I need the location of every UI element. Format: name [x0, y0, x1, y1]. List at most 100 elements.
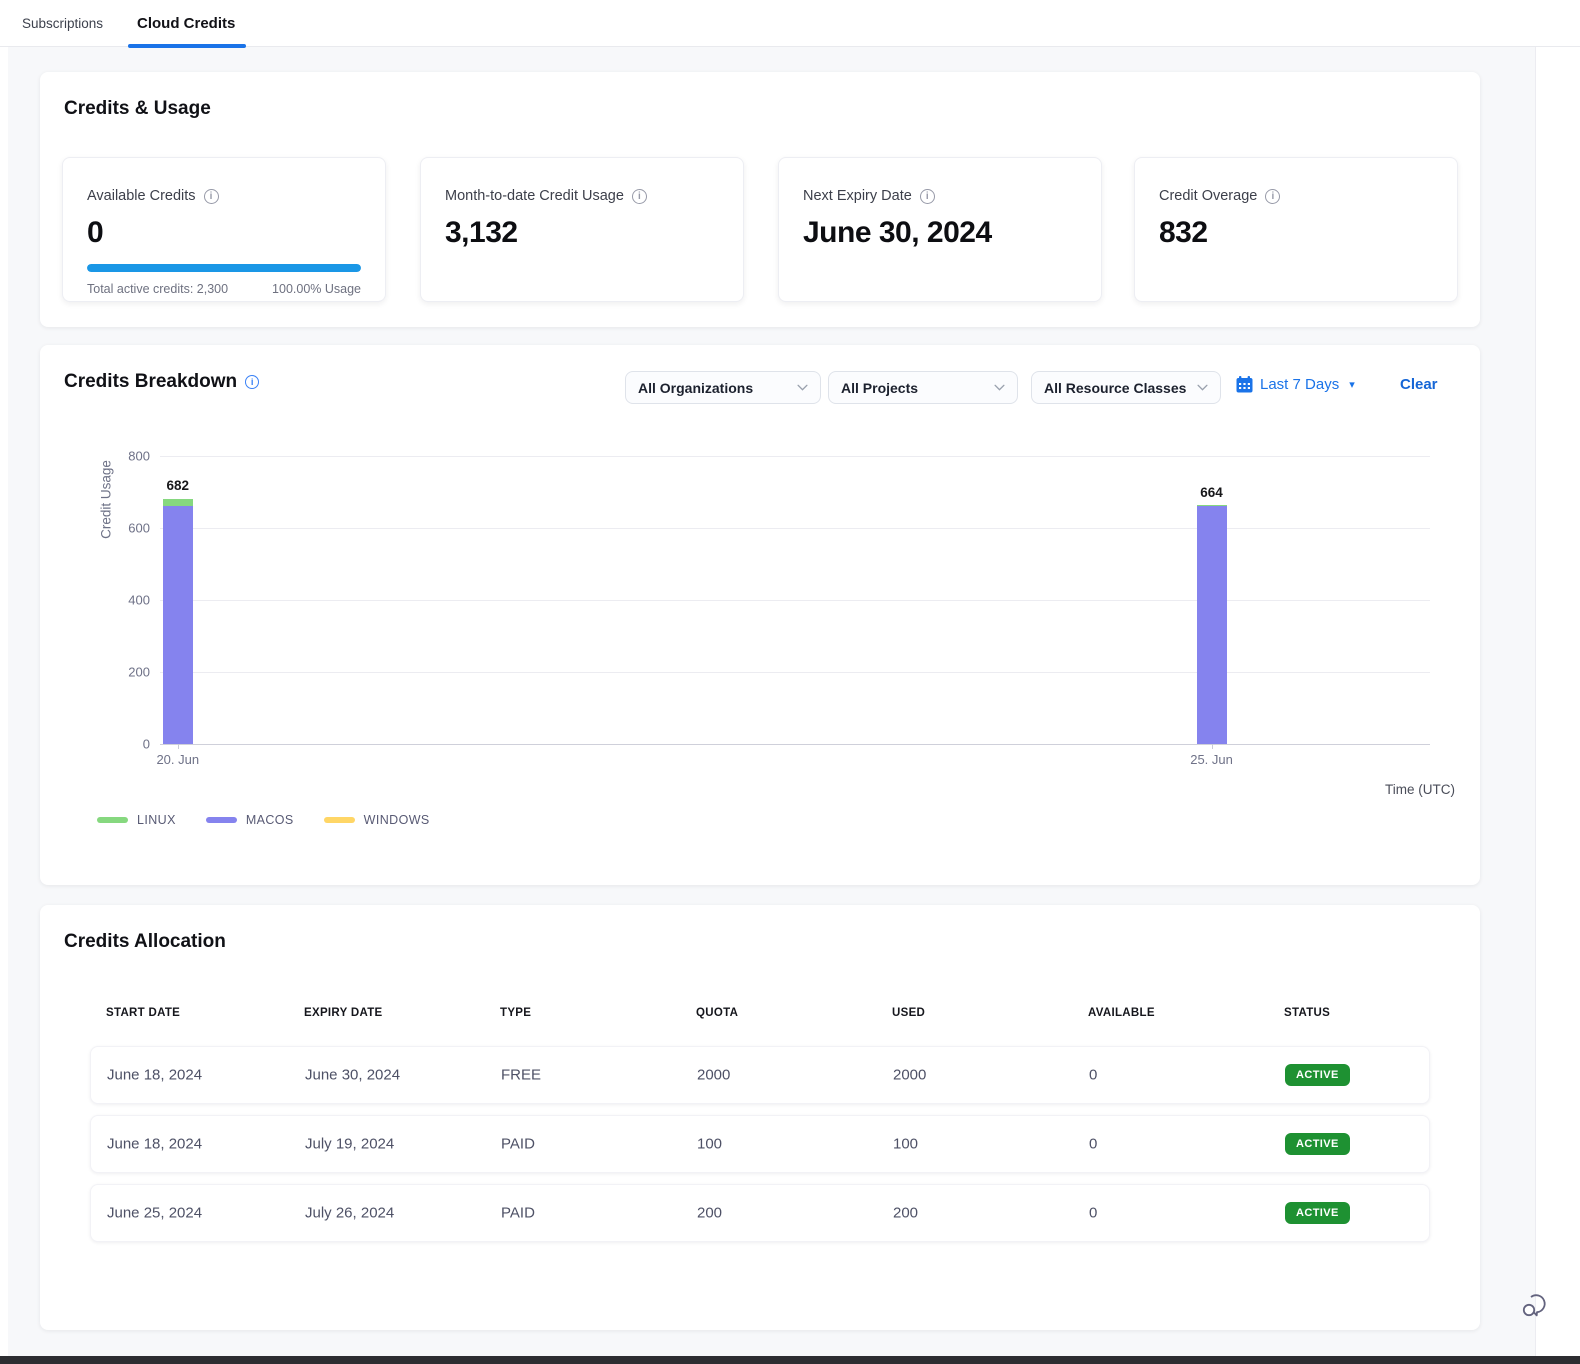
- status-badge: ACTIVE: [1285, 1064, 1350, 1086]
- projects-filter-dropdown[interactable]: All Projects: [828, 371, 1018, 404]
- legend-item-windows[interactable]: WINDOWS: [324, 813, 430, 827]
- projects-filter-value: All Projects: [841, 380, 918, 396]
- available-credits-label: Available Credits: [87, 188, 196, 204]
- credits-breakdown-title: Credits Breakdown i: [64, 371, 259, 393]
- legend-label: WINDOWS: [364, 813, 430, 827]
- column-header: USED: [892, 1007, 925, 1019]
- chart-y-axis-title: Credit Usage: [99, 440, 114, 560]
- cell-type: FREE: [501, 1067, 541, 1084]
- credit-overage-label: Credit Overage: [1159, 188, 1257, 204]
- chart-y-tick-label: 400: [128, 593, 150, 608]
- cell-type: PAID: [501, 1136, 535, 1153]
- calendar-icon: [1236, 376, 1253, 393]
- support-chat-icon[interactable]: [1518, 1288, 1552, 1322]
- chart-y-tick-label: 800: [128, 449, 150, 464]
- info-icon[interactable]: i: [632, 189, 647, 204]
- chart-bar-value-label: 664: [1200, 485, 1223, 505]
- column-header: TYPE: [500, 1007, 531, 1019]
- table-row: June 25, 2024 July 26, 2024 PAID 200 200 0 ACT…: [90, 1184, 1430, 1242]
- column-header: EXPIRY DATE: [304, 1007, 383, 1019]
- chart-x-axis-title: Time (UTC): [1385, 782, 1455, 797]
- cell-used: 100: [893, 1136, 918, 1153]
- cell-quota: 2000: [697, 1067, 730, 1084]
- clear-filters-button[interactable]: Clear: [1400, 376, 1438, 393]
- chart-bar-segment-linux: [163, 499, 193, 507]
- resource-classes-filter-dropdown[interactable]: All Resource Classes: [1031, 371, 1221, 404]
- chart-x-tick-label: 20. Jun: [156, 752, 199, 767]
- chart-bar-value-label: 682: [167, 478, 190, 498]
- info-icon[interactable]: i: [245, 375, 259, 389]
- chart-gridline: [160, 456, 1430, 457]
- info-icon[interactable]: i: [204, 189, 219, 204]
- legend-item-linux[interactable]: LINUX: [97, 813, 176, 827]
- organizations-filter-value: All Organizations: [638, 380, 753, 396]
- cell-start: June 18, 2024: [107, 1067, 202, 1084]
- cell-available: 0: [1089, 1136, 1097, 1153]
- chart-y-tick-label: 200: [128, 665, 150, 680]
- column-header: STATUS: [1284, 1007, 1330, 1019]
- date-range-value: Last 7 Days: [1260, 376, 1339, 393]
- chart-gridline: [160, 528, 1430, 529]
- caret-down-icon: ▾: [1349, 378, 1355, 391]
- legend-swatch: [206, 817, 237, 823]
- column-header: START DATE: [106, 1007, 180, 1019]
- cell-status: ACTIVE: [1285, 1202, 1350, 1224]
- available-credits-card: Available Credits i 0 Total active credi…: [62, 157, 386, 302]
- cell-type: PAID: [501, 1205, 535, 1222]
- status-badge: ACTIVE: [1285, 1202, 1350, 1224]
- legend-label: LINUX: [137, 813, 176, 827]
- date-range-picker[interactable]: Last 7 Days ▾: [1236, 376, 1355, 393]
- credits-breakdown-panel: Credits Breakdown i All Organizations Al…: [40, 345, 1480, 885]
- chart-gridline: [160, 744, 1430, 745]
- cell-expiry: July 26, 2024: [305, 1205, 394, 1222]
- info-icon[interactable]: i: [920, 189, 935, 204]
- chart-x-tick-label: 25. Jun: [1190, 752, 1233, 767]
- column-header: QUOTA: [696, 1007, 738, 1019]
- cell-used: 200: [893, 1205, 918, 1222]
- mtd-usage-label: Month-to-date Credit Usage: [445, 188, 624, 204]
- chart-bar: [1197, 505, 1227, 744]
- resource-classes-filter-value: All Resource Classes: [1044, 380, 1186, 396]
- legend-label: MACOS: [246, 813, 294, 827]
- cell-quota: 200: [697, 1205, 722, 1222]
- credit-overage-card: Credit Overage i 832: [1134, 157, 1458, 302]
- chart-gridline: [160, 600, 1430, 601]
- chart-y-tick-label: 600: [128, 521, 150, 536]
- tab-bar: Subscriptions Cloud Credits: [0, 0, 1580, 47]
- cell-available: 0: [1089, 1205, 1097, 1222]
- chart-x-tick: [178, 744, 179, 749]
- allocation-table: June 18, 2024June 30, 2024FREE200020000A…: [90, 1046, 1430, 1253]
- tab-cloud-credits[interactable]: Cloud Credits: [128, 0, 244, 47]
- cell-status: ACTIVE: [1285, 1133, 1350, 1155]
- credits-allocation-title: Credits Allocation: [64, 931, 226, 953]
- active-tab-underline: [128, 44, 246, 48]
- info-icon[interactable]: i: [1265, 189, 1280, 204]
- organizations-filter-dropdown[interactable]: All Organizations: [625, 371, 821, 404]
- mtd-usage-value: 3,132: [445, 216, 719, 250]
- chart-bar-segment-macos: [163, 506, 193, 744]
- legend-item-macos[interactable]: MACOS: [206, 813, 294, 827]
- cell-start: June 18, 2024: [107, 1136, 202, 1153]
- chart-legend: LINUX MACOS WINDOWS: [97, 813, 430, 827]
- next-expiry-card: Next Expiry Date i June 30, 2024: [778, 157, 1102, 302]
- mtd-usage-card: Month-to-date Credit Usage i 3,132: [420, 157, 744, 302]
- tab-subscriptions[interactable]: Subscriptions: [22, 0, 103, 47]
- credits-progress-bar: [87, 264, 361, 272]
- available-credits-value: 0: [87, 216, 361, 250]
- table-row: June 18, 2024 July 19, 2024 PAID 100 100 0 ACT…: [90, 1115, 1430, 1173]
- cell-status: ACTIVE: [1285, 1064, 1350, 1086]
- cell-available: 0: [1089, 1067, 1097, 1084]
- chart-bar-segment-macos: [1197, 506, 1227, 744]
- cell-used: 2000: [893, 1067, 926, 1084]
- next-expiry-value: June 30, 2024: [803, 216, 1077, 250]
- cell-expiry: July 19, 2024: [305, 1136, 394, 1153]
- chart-plot: Credit Usage 020040060080068220. Jun6642…: [160, 456, 1430, 744]
- credit-overage-value: 832: [1159, 216, 1433, 250]
- cell-start: June 25, 2024: [107, 1205, 202, 1222]
- chart-x-tick: [1212, 744, 1213, 749]
- credits-breakdown-title-text: Credits Breakdown: [64, 371, 237, 393]
- window-bottom-edge: [0, 1356, 1580, 1364]
- cell-quota: 100: [697, 1136, 722, 1153]
- credits-usage-panel: Credits & Usage Available Credits i 0 To…: [40, 72, 1480, 327]
- usage-percent-text: 100.00% Usage: [272, 282, 361, 296]
